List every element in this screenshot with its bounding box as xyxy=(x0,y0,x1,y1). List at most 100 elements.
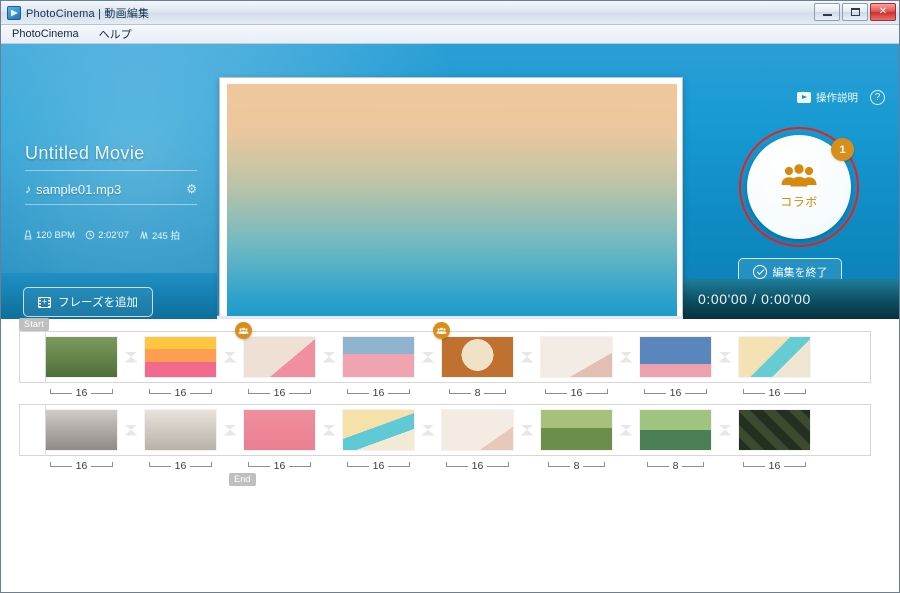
clip-collab-badge[interactable] xyxy=(235,322,252,339)
timeline-clip[interactable] xyxy=(739,332,810,382)
clip-thumbnail[interactable] xyxy=(640,410,711,450)
transition-icon[interactable] xyxy=(421,424,435,436)
timeline-clip[interactable] xyxy=(343,332,414,382)
timeline-clip[interactable] xyxy=(433,322,513,382)
meta-duration-text: 2:02'07 xyxy=(98,229,129,241)
transition-slot[interactable] xyxy=(711,405,739,455)
clip-thumbnail[interactable] xyxy=(541,337,612,377)
transition-slot[interactable] xyxy=(612,332,640,382)
timeline-clip[interactable] xyxy=(46,332,117,382)
transition-icon[interactable] xyxy=(322,424,336,436)
clip-thumbnail[interactable] xyxy=(442,337,513,377)
transition-slot[interactable] xyxy=(117,332,145,382)
audio-underline xyxy=(25,204,197,205)
clip-thumbnail[interactable] xyxy=(640,337,711,377)
track-lead-cell[interactable] xyxy=(20,332,46,382)
timeline-clip[interactable] xyxy=(640,332,711,382)
transition-slot[interactable] xyxy=(513,405,541,455)
play-video-icon xyxy=(797,92,811,103)
transition-slot[interactable] xyxy=(711,332,739,382)
transition-icon[interactable] xyxy=(520,424,534,436)
transition-icon[interactable] xyxy=(124,351,138,363)
gear-icon[interactable]: ⚙ xyxy=(186,182,197,196)
transition-icon[interactable] xyxy=(619,351,633,363)
clip-thumbnail[interactable] xyxy=(739,337,810,377)
clip-thumbnail[interactable] xyxy=(343,337,414,377)
beat-tick-right xyxy=(484,388,507,394)
movie-title[interactable]: Untitled Movie xyxy=(25,143,145,164)
timeline-clip[interactable] xyxy=(541,332,612,382)
timeline-clip[interactable] xyxy=(145,405,216,455)
timeline-clip[interactable] xyxy=(739,405,810,455)
collab-label: コラボ xyxy=(780,195,818,209)
timeline-clip[interactable] xyxy=(640,405,711,455)
transition-slot[interactable] xyxy=(414,332,442,382)
title-bar: PhotoCinema | 動画編集 ✕ xyxy=(1,1,899,25)
music-note-icon: ♪ xyxy=(25,182,31,196)
beat-tick-right xyxy=(784,461,807,467)
clip-thumbnail[interactable] xyxy=(244,410,315,450)
beat-tick-left xyxy=(643,388,666,394)
clip-thumbnail[interactable] xyxy=(739,410,810,450)
transition-slot[interactable] xyxy=(513,332,541,382)
timeline-clip[interactable] xyxy=(442,405,513,455)
close-button[interactable]: ✕ xyxy=(870,3,896,21)
window-title: PhotoCinema | 動画編集 xyxy=(26,7,150,20)
transition-icon[interactable] xyxy=(223,351,237,363)
transition-icon[interactable] xyxy=(223,424,237,436)
clip-thumbnail[interactable] xyxy=(244,337,315,377)
beat-value: 16 xyxy=(768,460,781,472)
audio-file-name: sample01.mp3 xyxy=(36,181,122,197)
transition-icon[interactable] xyxy=(421,351,435,363)
clip-thumbnail[interactable] xyxy=(46,410,117,450)
clip-thumbnail[interactable] xyxy=(442,410,513,450)
audio-track-row[interactable]: ♪ sample01.mp3 ⚙ xyxy=(25,176,197,202)
menu-item-photocinema[interactable]: PhotoCinema xyxy=(9,27,82,41)
clip-collab-badge[interactable] xyxy=(433,322,450,339)
clip-thumbnail[interactable] xyxy=(145,337,216,377)
clip-thumbnail[interactable] xyxy=(145,410,216,450)
timeline-clip[interactable] xyxy=(46,405,117,455)
transition-icon[interactable] xyxy=(718,351,732,363)
transition-slot[interactable] xyxy=(216,405,244,455)
timeline-clip[interactable] xyxy=(343,405,414,455)
howto-label: 操作説明 xyxy=(816,92,858,104)
add-phrase-button[interactable]: + フレーズを追加 xyxy=(23,287,153,317)
beat-tick-left xyxy=(346,461,369,467)
clip-thumbnail[interactable] xyxy=(46,337,117,377)
beat-tick-right xyxy=(289,461,312,467)
track-lead-cell[interactable] xyxy=(20,405,46,455)
timeline-clip[interactable] xyxy=(235,322,315,382)
transition-icon[interactable] xyxy=(124,424,138,436)
transition-slot[interactable] xyxy=(315,405,343,455)
collab-notification-badge[interactable]: 1 xyxy=(831,138,854,161)
clip-thumbnail[interactable] xyxy=(343,410,414,450)
minimize-icon xyxy=(822,13,832,16)
menu-item-help[interactable]: ヘルプ xyxy=(96,25,135,43)
timeline-clip[interactable] xyxy=(145,332,216,382)
preview-canvas[interactable] xyxy=(227,84,677,316)
timeline-track-1[interactable] xyxy=(19,322,871,383)
transition-icon[interactable] xyxy=(322,351,336,363)
transition-icon[interactable] xyxy=(619,424,633,436)
transition-icon[interactable] xyxy=(520,351,534,363)
beat-value: 16 xyxy=(273,387,286,399)
timeline-track-2[interactable] xyxy=(19,404,871,456)
minimize-button[interactable] xyxy=(814,3,840,21)
beat-value: 16 xyxy=(570,387,583,399)
beat-tick-left xyxy=(547,461,570,467)
timeline-clip[interactable] xyxy=(244,405,315,455)
maximize-button[interactable] xyxy=(842,3,868,21)
beat-value: 16 xyxy=(75,387,88,399)
transition-slot[interactable] xyxy=(414,405,442,455)
transition-slot[interactable] xyxy=(216,332,244,382)
beat-tick-right xyxy=(583,461,606,467)
question-mark-icon[interactable]: ? xyxy=(870,90,885,105)
howto-button[interactable]: 操作説明 xyxy=(797,90,858,105)
transition-icon[interactable] xyxy=(718,424,732,436)
clip-thumbnail[interactable] xyxy=(541,410,612,450)
transition-slot[interactable] xyxy=(612,405,640,455)
transition-slot[interactable] xyxy=(315,332,343,382)
transition-slot[interactable] xyxy=(117,405,145,455)
timeline-clip[interactable] xyxy=(541,405,612,455)
